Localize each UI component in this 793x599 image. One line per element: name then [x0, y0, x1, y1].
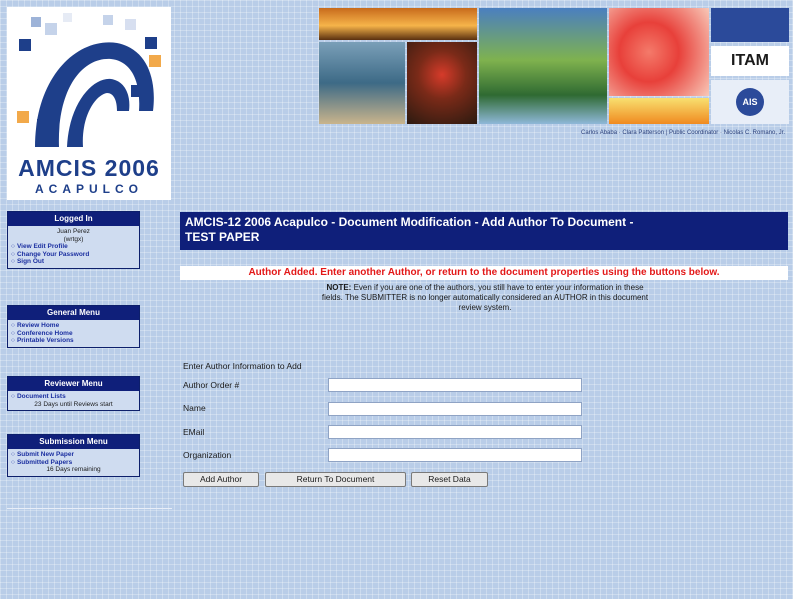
sun-photo: [609, 98, 709, 124]
submission-menu-box: Submission Menu ○ Submit New Paper ○ Submi…: [7, 434, 140, 477]
reviewer-menu-title: Reviewer Menu: [8, 377, 139, 391]
name-input[interactable]: [328, 402, 582, 416]
logo-title: AMCIS 2006: [18, 155, 160, 181]
bullet-icon: ○: [11, 250, 15, 258]
return-to-document-button[interactable]: Return To Document: [265, 472, 406, 487]
bullet-icon: ○: [11, 451, 15, 458]
bullet-icon: ○: [11, 337, 15, 344]
email-input[interactable]: [328, 425, 582, 439]
submission-menu-title: Submission Menu: [8, 435, 139, 449]
organization-input[interactable]: [328, 448, 582, 462]
logo-subtitle: ACAPULCO: [35, 182, 143, 196]
logged-in-box: Logged In Juan Perez (wrtgx) ○ View Edit …: [7, 211, 140, 269]
bullet-icon: ○: [11, 329, 15, 337]
general-menu-box: General Menu ○ Review Home ○ Conference Ho…: [7, 305, 140, 348]
sidebar-item-submit-new-paper[interactable]: ○ Submit New Paper: [11, 451, 136, 459]
bullet-icon: ○: [11, 393, 15, 400]
page-title: AMCIS-12 2006 Acapulco - Document Modifi…: [180, 212, 788, 250]
sidebar-divider: [7, 508, 172, 509]
sidebar-item-sign-out[interactable]: ○ Sign Out: [11, 258, 136, 266]
header-banner: ITAM AIS: [319, 8, 789, 124]
submission-days-note: 16 Days remaining: [46, 466, 101, 473]
email-label: EMail: [183, 427, 205, 437]
sidebar-item-change-password[interactable]: ○ Change Your Password: [11, 251, 136, 259]
logged-in-title: Logged In: [8, 212, 139, 226]
sponsor-logo-top: [711, 8, 789, 42]
credits-line: Carlos Ababa · Clara Patterson | Public …: [581, 130, 785, 136]
sidebar-item-document-lists[interactable]: ○ Document Lists: [11, 393, 136, 401]
organization-label: Organization: [183, 450, 232, 460]
general-menu-title: General Menu: [8, 306, 139, 320]
bullet-icon: ○: [11, 258, 15, 265]
user-id: (wrtgx): [63, 235, 84, 243]
amcis-logo: AMCIS 2006 ACAPULCO: [7, 7, 171, 200]
sponsor-logo-ais: AIS: [711, 80, 789, 124]
note-label: NOTE:: [326, 283, 352, 292]
user-name: Juan Perez: [57, 228, 90, 235]
name-label: Name: [183, 403, 206, 413]
reviewer-days-note: 23 Days until Reviews start: [34, 400, 113, 408]
sidebar-item-submitted-papers[interactable]: ○ Submitted Papers: [11, 459, 136, 467]
note-block: NOTE: Even if you are one of the authors…: [320, 283, 650, 313]
reviewer-menu-box: Reviewer Menu ○ Document Lists 23 Days un…: [7, 376, 140, 411]
bullet-icon: ○: [11, 243, 15, 250]
itam-label: ITAM: [731, 52, 769, 69]
ais-label: AIS: [736, 88, 764, 116]
resort-photo: [479, 8, 607, 124]
logo-graphic: [17, 13, 161, 147]
note-text: Even if you are one of the authors, you …: [321, 283, 649, 312]
flamingo-photo: [609, 8, 709, 96]
status-message: Author Added. Enter another Author, or r…: [180, 266, 788, 280]
sidebar-item-review-home[interactable]: ○ Review Home: [11, 322, 136, 330]
form-heading: Enter Author Information to Add: [183, 361, 302, 371]
sidebar-item-view-edit-profile[interactable]: ○ View Edit Profile: [11, 243, 136, 251]
add-author-button[interactable]: Add Author: [183, 472, 259, 487]
dancer-photo: [407, 42, 477, 124]
author-order-label: Author Order #: [183, 380, 240, 390]
sunset-photo: [319, 8, 477, 40]
sidebar-item-printable-versions[interactable]: ○ Printable Versions: [11, 337, 136, 345]
page-title-line1: AMCIS-12 2006 Acapulco - Document Modifi…: [185, 215, 634, 229]
beach-photo: [319, 42, 405, 124]
bullet-icon: ○: [11, 458, 15, 466]
sponsor-logo-itam: ITAM: [711, 46, 789, 76]
reset-data-button[interactable]: Reset Data: [411, 472, 488, 487]
bullet-icon: ○: [11, 322, 15, 329]
page-title-line2: TEST PAPER: [185, 230, 260, 244]
sidebar-item-conference-home[interactable]: ○ Conference Home: [11, 330, 136, 338]
author-order-input[interactable]: [328, 378, 582, 392]
